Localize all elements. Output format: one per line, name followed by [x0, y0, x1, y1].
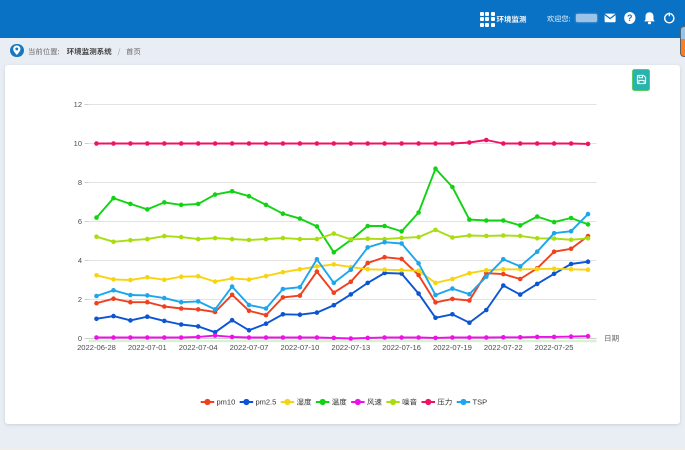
svg-text:2022-07-01: 2022-07-01 — [128, 343, 167, 352]
svg-text:12: 12 — [74, 100, 82, 109]
svg-text:10: 10 — [74, 139, 82, 148]
svg-text:2022-07-13: 2022-07-13 — [331, 343, 370, 352]
svg-text:2022-07-19: 2022-07-19 — [433, 343, 472, 352]
svg-text:2022-07-04: 2022-07-04 — [179, 343, 218, 352]
svg-text:2022-07-07: 2022-07-07 — [230, 343, 269, 352]
svg-text:pm10: pm10 — [217, 398, 236, 407]
svg-text:2022-07-10: 2022-07-10 — [280, 343, 319, 352]
svg-text:4: 4 — [78, 256, 82, 265]
svg-text:2: 2 — [78, 295, 82, 304]
svg-text:6: 6 — [78, 217, 82, 226]
svg-text:2022-07-16: 2022-07-16 — [382, 343, 421, 352]
svg-text:2022-07-22: 2022-07-22 — [484, 343, 523, 352]
svg-text:TSP: TSP — [473, 398, 488, 407]
svg-text:pm2.5: pm2.5 — [255, 398, 276, 407]
svg-text:8: 8 — [78, 178, 82, 187]
svg-text:2022-06-28: 2022-06-28 — [77, 343, 116, 352]
svg-text:0: 0 — [78, 334, 82, 343]
svg-text:2022-07-25: 2022-07-25 — [535, 343, 574, 352]
